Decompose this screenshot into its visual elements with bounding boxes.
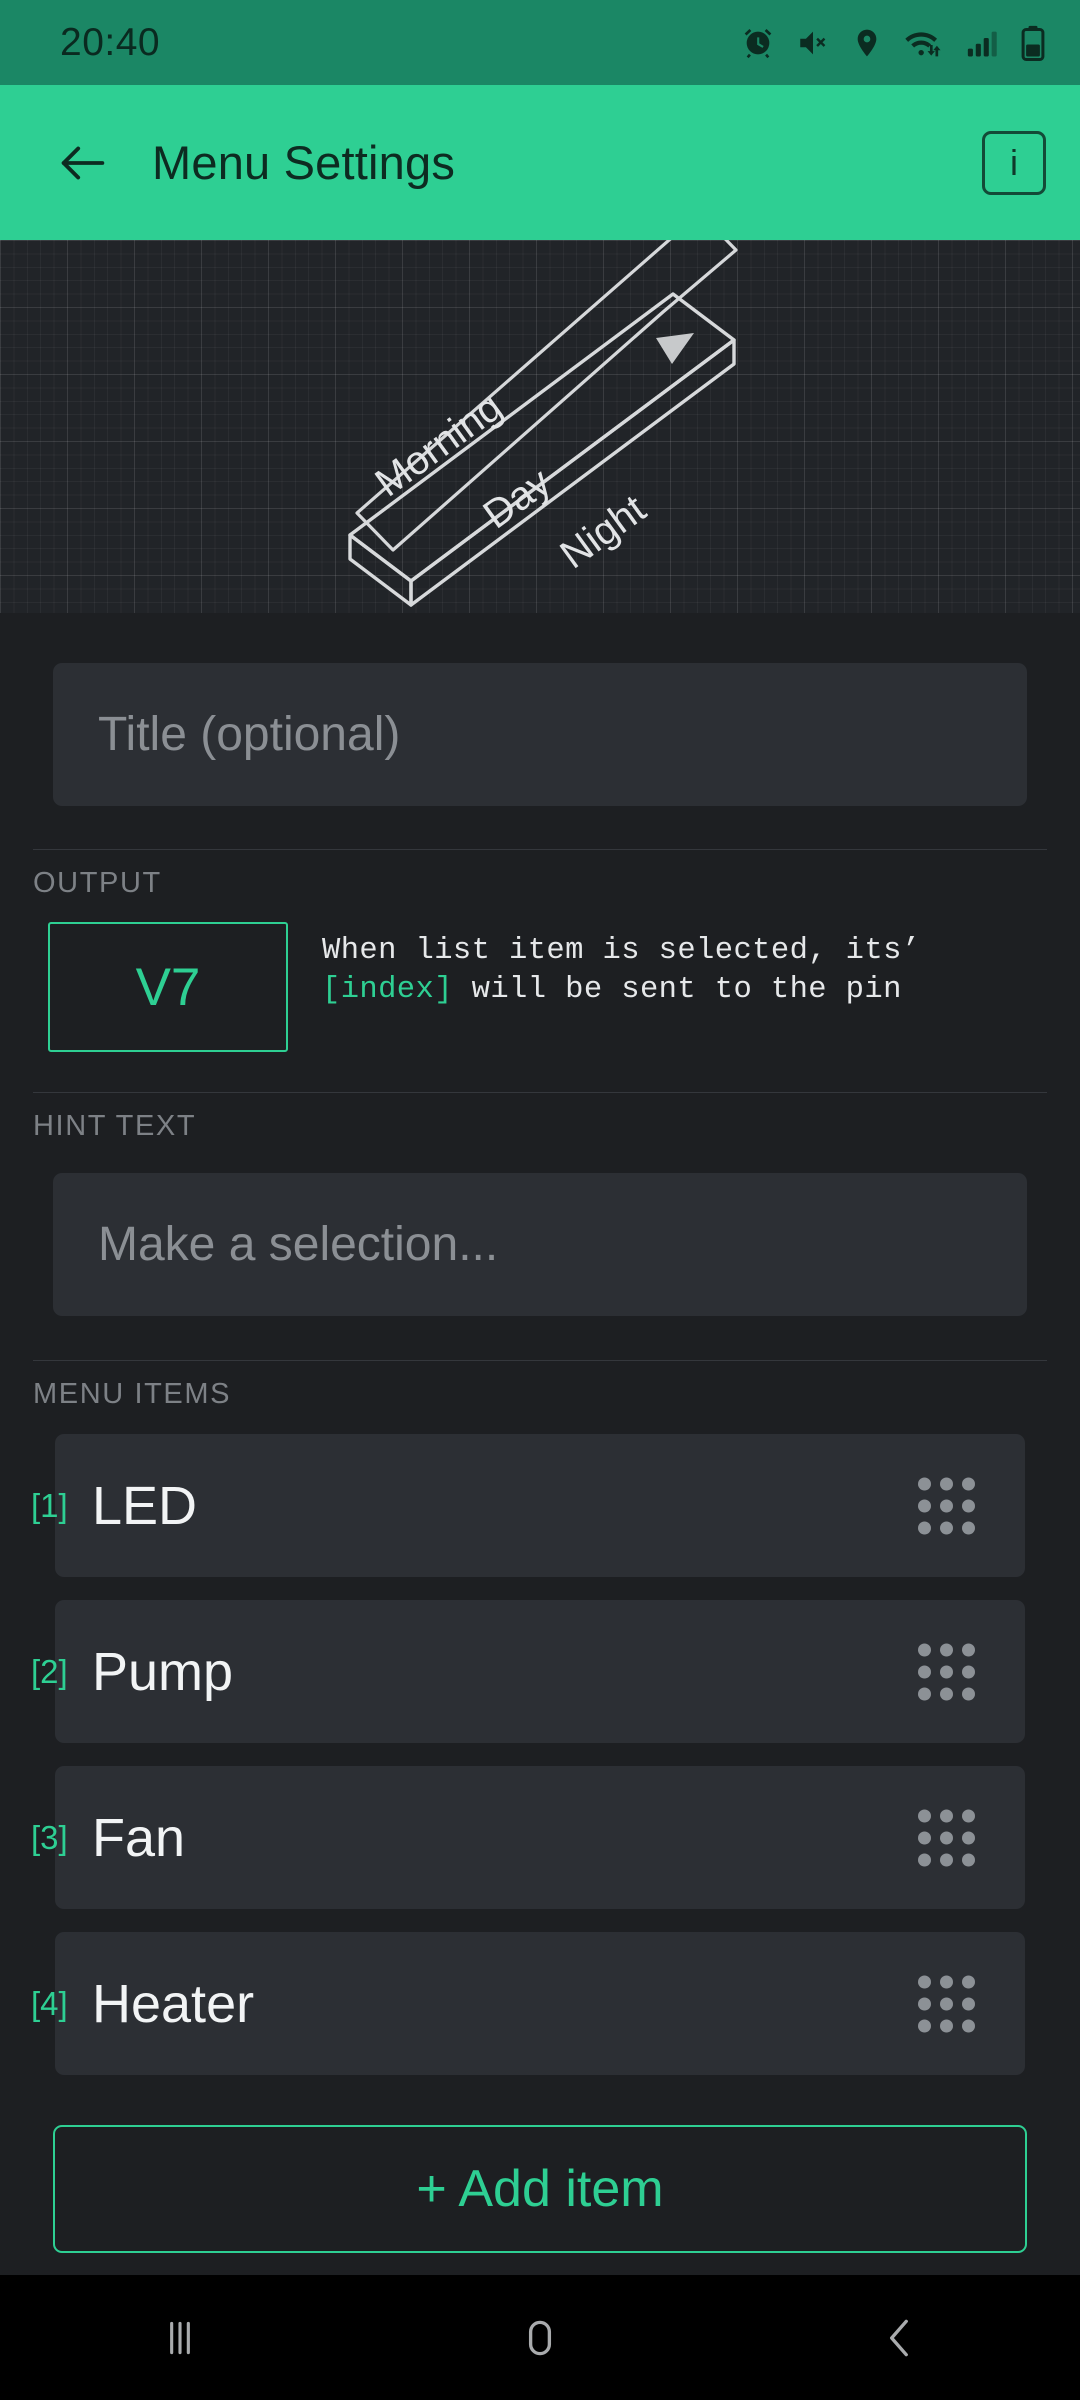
menu-items-section: MENU ITEMS [1] LED [2] Pump [3] Fan [4] … (0, 1360, 1080, 2253)
widget-preview: Morning Day Night (0, 240, 1080, 613)
hint-text-input-placeholder: Make a selection... (98, 1218, 499, 1271)
status-icon-group (741, 25, 1046, 61)
app-root: 20:40 Menu Settings i Morning Day Night … (0, 0, 1080, 2400)
output-section: OUTPUT V7 When list item is selected, it… (0, 849, 1080, 1052)
output-desc-token: [index] (322, 973, 453, 1007)
page-title: Menu Settings (152, 136, 456, 189)
location-icon (851, 27, 883, 59)
settings-content: Title (optional) OUTPUT V7 When list ite… (0, 613, 1080, 2275)
back-arrow-icon[interactable] (44, 124, 122, 202)
menu-item-row[interactable]: [1] LED (0, 1434, 1080, 1577)
menu-item-row[interactable]: [4] Heater (0, 1932, 1080, 2075)
add-item-button[interactable]: + Add item (53, 2125, 1027, 2253)
menu-items-list: [1] LED [2] Pump [3] Fan [4] Heater (0, 1434, 1080, 2075)
menu-item-index: [3] (31, 1818, 68, 1856)
isometric-menu-illustration: Morning Day Night (348, 240, 738, 607)
alarm-icon (741, 26, 775, 60)
hint-text-section: HINT TEXT Make a selection... (0, 1092, 1080, 1316)
android-nav-bar (0, 2275, 1080, 2400)
menu-item-index: [4] (31, 1984, 68, 2022)
drag-handle-icon[interactable] (918, 1643, 975, 1700)
menu-item-name: Heater (92, 1973, 255, 2034)
add-item-label: + Add item (416, 2160, 664, 2218)
home-icon[interactable] (455, 2275, 625, 2400)
drag-handle-icon[interactable] (918, 1975, 975, 2032)
output-desc-part1: When list item is selected, its’ (322, 934, 921, 968)
status-clock: 20:40 (60, 20, 161, 64)
drag-handle-icon[interactable] (918, 1809, 975, 1866)
title-input[interactable]: Title (optional) (53, 663, 1027, 806)
hint-text-section-label: HINT TEXT (33, 1110, 197, 1142)
drag-handle-icon[interactable] (918, 1477, 975, 1534)
menu-item-name: Fan (92, 1807, 186, 1868)
menu-item-name: Pump (92, 1641, 234, 1702)
menu-item-card[interactable] (55, 1766, 1025, 1909)
menu-item-index: [2] (31, 1652, 68, 1690)
info-label: i (1010, 141, 1018, 183)
preview-label-night: Night (552, 487, 653, 577)
output-row: V7 When list item is selected, its’ [ind… (0, 900, 1080, 1052)
output-pin-label: V7 (135, 957, 201, 1017)
menu-item-row[interactable]: [2] Pump (0, 1600, 1080, 1743)
menu-item-row[interactable]: [3] Fan (0, 1766, 1080, 1909)
info-button[interactable]: i (982, 130, 1046, 195)
status-bar: 20:40 (0, 0, 1080, 85)
output-description: When list item is selected, its’ [index]… (322, 922, 1047, 1010)
signal-icon (965, 26, 999, 60)
output-desc-part2: will be sent to the pin (452, 973, 902, 1007)
menu-item-name: LED (92, 1475, 198, 1536)
output-pin-button[interactable]: V7 (48, 922, 288, 1052)
preview-label-morning: Morning (367, 385, 510, 506)
wifi-icon (904, 26, 944, 60)
output-section-label: OUTPUT (33, 867, 162, 899)
menu-item-index: [1] (31, 1486, 68, 1524)
menu-item-card[interactable] (55, 1434, 1025, 1577)
back-icon[interactable] (815, 2275, 985, 2400)
recents-icon[interactable] (95, 2275, 265, 2400)
mute-icon (796, 26, 830, 60)
hint-text-input[interactable]: Make a selection... (53, 1173, 1027, 1316)
app-bar: Menu Settings i (0, 85, 1080, 240)
menu-items-section-label: MENU ITEMS (33, 1378, 232, 1410)
title-input-placeholder: Title (optional) (98, 708, 401, 761)
battery-icon (1020, 25, 1046, 61)
